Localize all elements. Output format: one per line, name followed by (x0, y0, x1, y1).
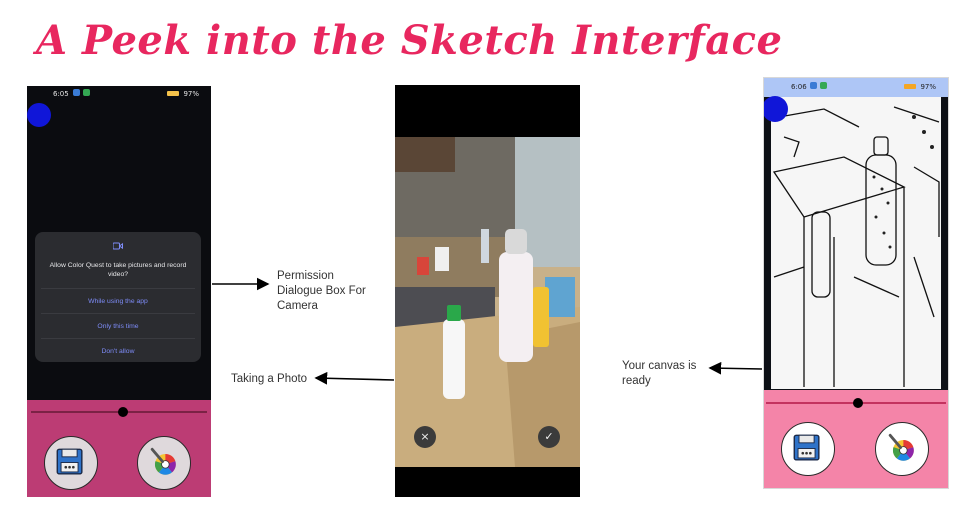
label-permission: Permission Dialogue Box For Camera (277, 270, 366, 312)
label-canvas-ready: Your canvas is ready (622, 360, 697, 387)
arrow-canvas (708, 361, 763, 375)
arrow-photo (314, 371, 395, 385)
annotation-arrows (212, 277, 763, 385)
label-taking-photo: Taking a Photo (231, 373, 308, 385)
